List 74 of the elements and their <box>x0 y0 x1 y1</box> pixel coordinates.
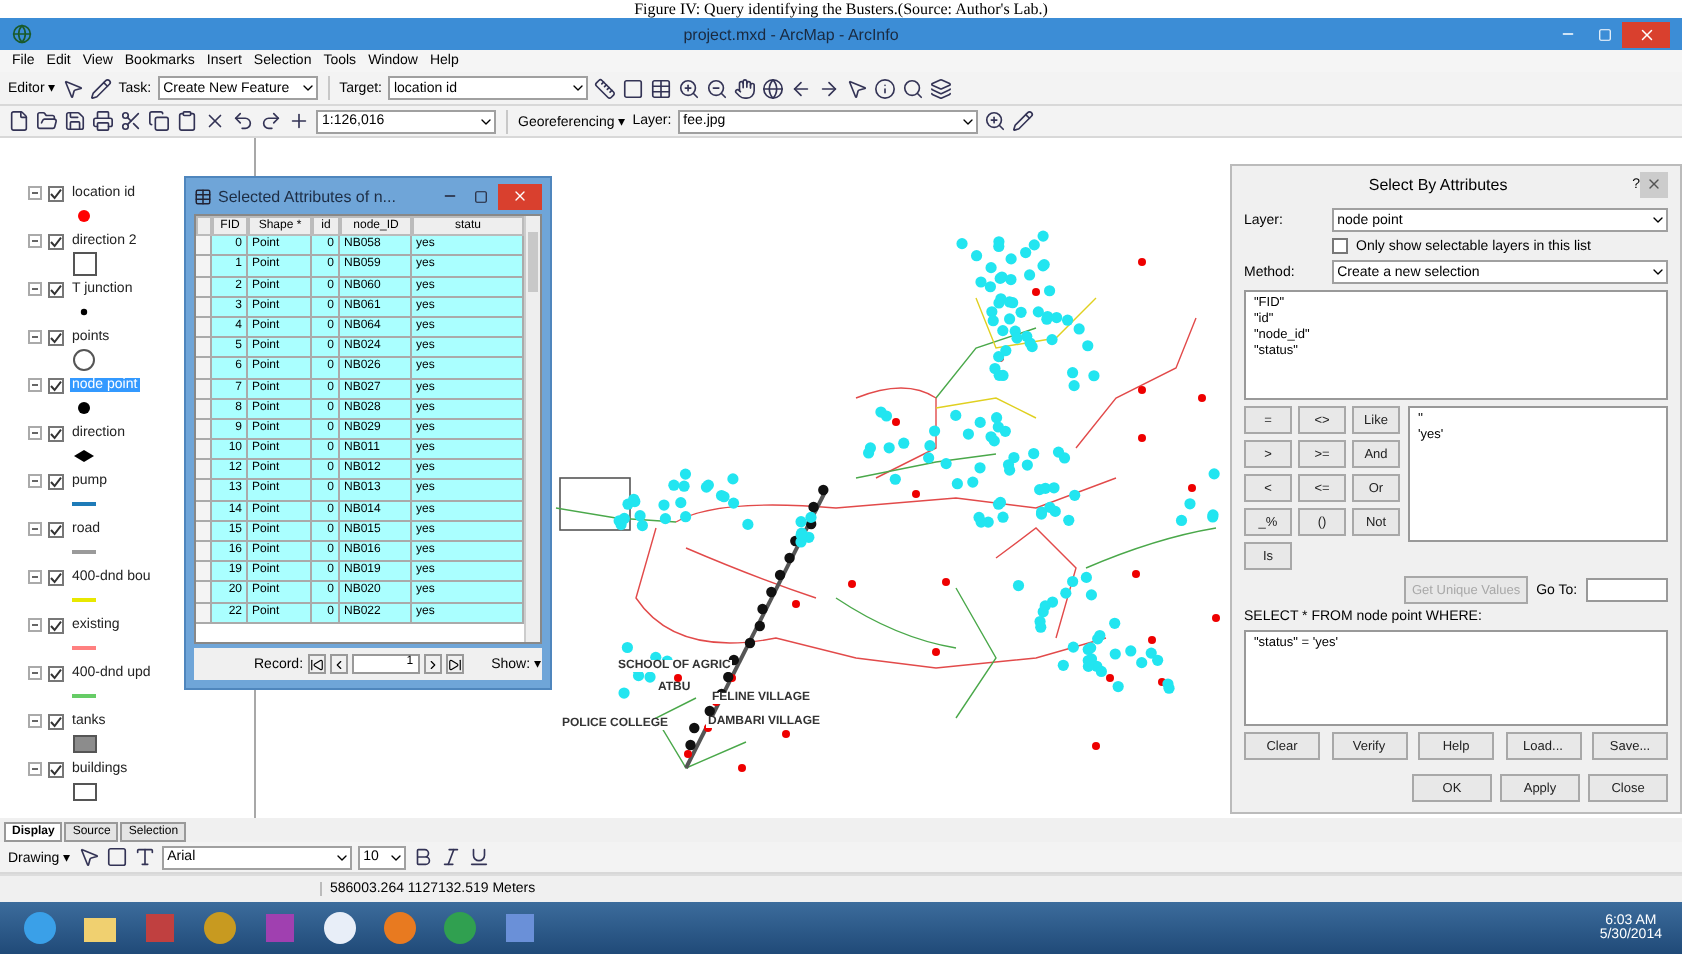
layer-checkbox[interactable] <box>48 329 64 345</box>
collapse-icon[interactable] <box>28 762 42 776</box>
text-icon[interactable] <box>133 846 156 868</box>
zoom-out-icon[interactable] <box>705 77 728 99</box>
underline-icon[interactable] <box>467 846 490 868</box>
pencil-icon[interactable] <box>1011 110 1034 132</box>
back-icon[interactable] <box>789 77 812 99</box>
zoom-in-icon[interactable] <box>983 110 1006 132</box>
layer-checkbox[interactable] <box>48 281 64 297</box>
collapse-icon[interactable] <box>28 186 42 200</box>
cut-icon[interactable] <box>120 110 142 132</box>
app-icon[interactable] <box>320 908 360 948</box>
table-icon <box>194 187 212 205</box>
delete-icon[interactable] <box>204 110 226 132</box>
layer-checkbox[interactable] <box>48 569 64 585</box>
collapse-icon[interactable] <box>28 666 42 680</box>
collapse-icon[interactable] <box>28 522 42 536</box>
folder-icon[interactable] <box>36 110 58 132</box>
redo-icon[interactable] <box>260 110 282 132</box>
collapse-icon[interactable] <box>28 618 42 632</box>
layer-checkbox[interactable] <box>48 377 64 393</box>
window-title: project.mxd - ArcMap - ArcInfo <box>681 25 901 43</box>
layer-checkbox[interactable] <box>48 425 64 441</box>
bold-icon[interactable] <box>411 846 434 868</box>
copy-icon[interactable] <box>148 110 170 132</box>
search-icon[interactable] <box>901 77 924 99</box>
forward-icon[interactable] <box>817 77 840 99</box>
close-icon[interactable] <box>1646 176 1662 192</box>
collapse-icon[interactable] <box>28 426 42 440</box>
pencil-icon[interactable] <box>90 77 113 99</box>
close-button[interactable] <box>1640 171 1668 197</box>
layer-checkbox[interactable] <box>48 185 64 201</box>
info-icon[interactable] <box>873 77 896 99</box>
layer-checkbox[interactable] <box>48 617 64 633</box>
zoom-in-icon[interactable] <box>677 77 700 99</box>
table-window-title: Selected Attributes of n... <box>218 187 398 205</box>
collapse-icon[interactable] <box>28 570 42 584</box>
undo-icon[interactable] <box>232 110 254 132</box>
app-icon[interactable] <box>200 908 240 948</box>
dialog-title: Select By Attributes <box>1366 175 1510 193</box>
figure-caption: Figure IV: Query identifying the Busters.(Source: Author's Lab.) <box>0 0 1682 18</box>
rectangle-icon[interactable] <box>105 846 128 868</box>
collapse-icon[interactable] <box>28 714 42 728</box>
print-icon[interactable] <box>92 110 114 132</box>
app-globe-icon <box>12 24 32 44</box>
pointer-icon[interactable] <box>77 846 100 868</box>
collapse-icon[interactable] <box>28 282 42 296</box>
paste-icon[interactable] <box>176 110 198 132</box>
collapse-icon[interactable] <box>28 474 42 488</box>
square-icon[interactable] <box>621 77 644 99</box>
layer-checkbox[interactable] <box>48 761 64 777</box>
layers-icon[interactable] <box>929 77 952 99</box>
go-to-field[interactable] <box>1585 578 1668 602</box>
checkbox[interactable] <box>1332 238 1348 254</box>
ruler-icon[interactable] <box>593 77 616 99</box>
scrollbar[interactable] <box>524 216 540 642</box>
collapse-icon[interactable] <box>28 330 42 344</box>
layer-checkbox[interactable] <box>48 665 64 681</box>
layer-checkbox[interactable] <box>48 713 64 729</box>
pointer-icon[interactable] <box>62 77 85 99</box>
add-data-icon[interactable] <box>288 110 310 132</box>
collapse-icon[interactable] <box>28 378 42 392</box>
layer-checkbox[interactable] <box>48 521 64 537</box>
select-icon[interactable] <box>845 77 868 99</box>
hand-icon[interactable] <box>733 77 756 99</box>
new-file-icon[interactable] <box>8 110 30 132</box>
corner-cell <box>196 216 212 237</box>
collapse-icon[interactable] <box>28 234 42 248</box>
layer-checkbox[interactable] <box>48 473 64 489</box>
save-icon[interactable] <box>64 110 86 132</box>
table-icon[interactable] <box>649 77 672 99</box>
maximize-icon[interactable] <box>473 189 487 203</box>
layer-checkbox[interactable] <box>48 233 64 249</box>
italic-icon[interactable] <box>439 846 462 868</box>
